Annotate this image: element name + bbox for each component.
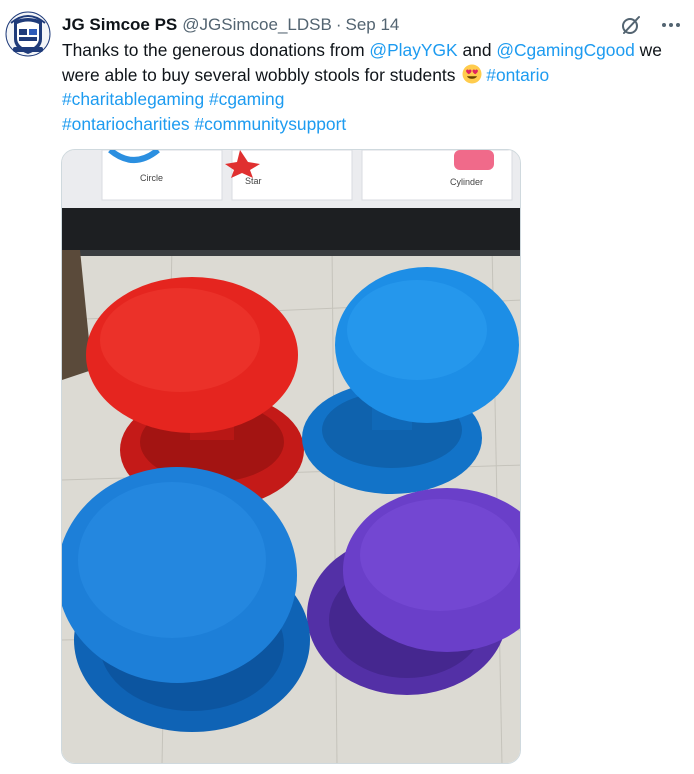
wobbly-stools-photo: Circle Star Cylinder: [62, 150, 520, 763]
hashtag-ontario[interactable]: #ontario: [486, 65, 549, 85]
hashtag-cgaming[interactable]: #cgaming: [209, 89, 284, 109]
tweet-text: Thanks to the generous donations from @P…: [62, 38, 682, 136]
author-handle[interactable]: @JGSimcoe_LDSB: [182, 15, 332, 35]
tweet-photo[interactable]: Circle Star Cylinder: [61, 149, 521, 764]
more-icon[interactable]: [658, 12, 684, 38]
text-part: and: [457, 40, 497, 60]
separator-dot: ·: [335, 15, 342, 34]
school-crest-logo: [5, 11, 51, 57]
tweet[interactable]: JG Simcoe PS @JGSimcoe_LDSB · Sep 14 Tha…: [0, 0, 694, 774]
top-actions: [618, 12, 684, 38]
mention-cgamingcgood[interactable]: @CgamingCgood: [496, 40, 635, 60]
heart-eyes-emoji: [462, 64, 482, 83]
avatar[interactable]: [5, 11, 51, 57]
poster-label-star: Star: [245, 176, 262, 186]
mention-playygk[interactable]: @PlayYGK: [369, 40, 457, 60]
text-part: Thanks to the generous donations from: [62, 40, 370, 60]
hashtag-charitablegaming[interactable]: #charitablegaming: [62, 89, 204, 109]
poster-label-cylinder: Cylinder: [450, 177, 483, 187]
tweet-date[interactable]: Sep 14: [345, 15, 399, 35]
author-name[interactable]: JG Simcoe PS: [62, 15, 177, 35]
grok-icon[interactable]: [618, 12, 644, 38]
poster-label-circle: Circle: [140, 173, 163, 183]
tweet-header: JG Simcoe PS @JGSimcoe_LDSB · Sep 14: [62, 14, 399, 36]
hashtag-ontariocharities[interactable]: #ontariocharities: [62, 114, 190, 134]
hashtag-communitysupport[interactable]: #communitysupport: [194, 114, 346, 134]
